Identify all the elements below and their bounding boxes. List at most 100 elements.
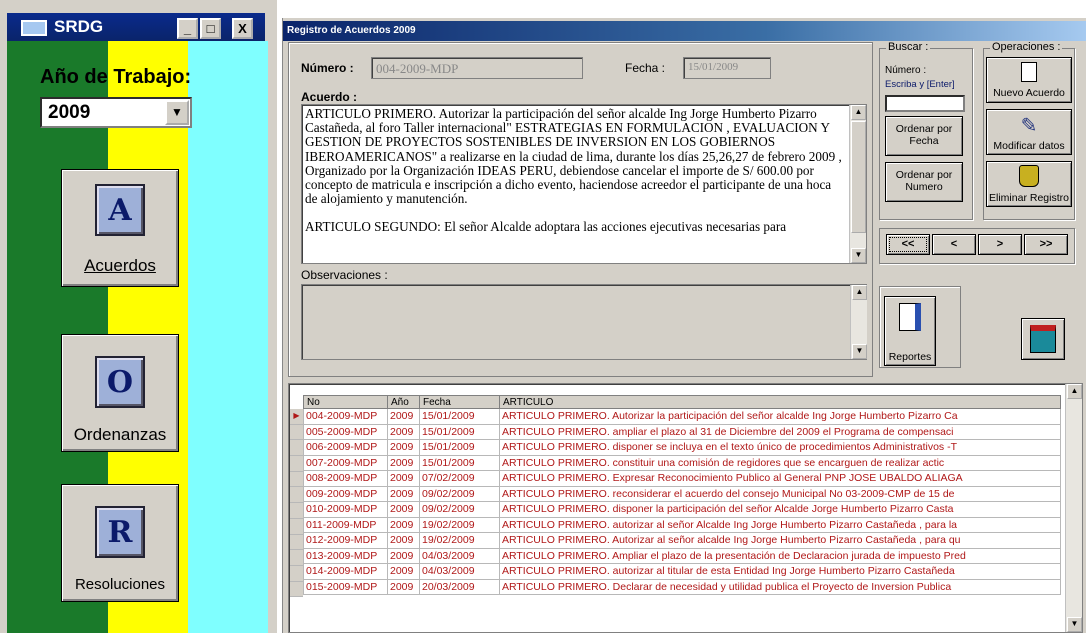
table-row[interactable]: 007-2009-MDP 2009 15/01/2009 ARTICULO PRIME… (303, 454, 1061, 471)
eliminar-button[interactable]: Eliminar Registro (986, 161, 1072, 207)
fecha-field[interactable]: 15/01/2009 (683, 57, 771, 79)
table-row[interactable]: 008-2009-MDP 2009 07/02/2009 ARTICULO PRIME… (303, 470, 1061, 487)
row-selector[interactable] (290, 550, 303, 566)
cell-fecha[interactable]: 15/01/2009 (419, 454, 500, 471)
cell-anio[interactable]: 2009 (387, 408, 420, 425)
scroll-up-icon[interactable]: ▲ (1067, 384, 1082, 399)
cell-fecha[interactable]: 15/01/2009 (419, 408, 500, 425)
row-selector[interactable] (290, 424, 303, 441)
row-selector[interactable] (290, 471, 303, 488)
cell-fecha[interactable]: 19/02/2009 (419, 532, 500, 549)
scroll-down-icon[interactable]: ▼ (1067, 617, 1082, 632)
table-row[interactable]: 012-2009-MDP 2009 19/02/2009 ARTICULO PRIME… (303, 532, 1061, 549)
cell-anio[interactable]: 2009 (387, 485, 420, 502)
observaciones-textarea[interactable] (301, 284, 867, 360)
modificar-button[interactable]: ✎ Modificar datos (986, 109, 1072, 155)
cell-no[interactable]: 014-2009-MDP (303, 563, 388, 580)
acuerdos-grid[interactable]: ▶ No Año Fecha ARTICULO 004-2009-MDP 2009… (288, 383, 1083, 633)
cell-articulo[interactable]: ARTICULO PRIMERO. Expresar Reconocimient… (499, 470, 1061, 487)
cell-fecha[interactable]: 15/01/2009 (419, 423, 500, 440)
nuevo-acuerdo-button[interactable]: Nuevo Acuerdo (986, 57, 1072, 103)
cell-articulo[interactable]: ARTICULO PRIMERO. constituir una comisió… (499, 454, 1061, 471)
year-select[interactable]: 2009 ▼ (40, 97, 192, 128)
scroll-down-icon[interactable]: ▼ (852, 344, 867, 359)
buscar-input[interactable] (885, 95, 965, 112)
cell-anio[interactable]: 2009 (387, 516, 420, 533)
cell-articulo[interactable]: ARTICULO PRIMERO. ampliar el plazo al 31… (499, 423, 1061, 440)
col-header-no[interactable]: No (303, 395, 388, 409)
cell-anio[interactable]: 2009 (387, 470, 420, 487)
row-selector[interactable] (290, 565, 303, 582)
table-row[interactable]: 006-2009-MDP 2009 15/01/2009 ARTICULO PRIME… (303, 439, 1061, 456)
scroll-thumb[interactable] (851, 121, 866, 233)
acuerdo-textarea[interactable]: ARTICULO PRIMERO. Autorizar la participa… (301, 104, 867, 264)
row-selector[interactable] (290, 518, 303, 535)
cell-no[interactable]: 007-2009-MDP (303, 454, 388, 471)
col-header-fecha[interactable]: Fecha (419, 395, 500, 409)
cell-no[interactable]: 005-2009-MDP (303, 423, 388, 440)
reportes-button[interactable]: Reportes (884, 296, 936, 366)
table-row[interactable]: 004-2009-MDP 2009 15/01/2009 ARTICULO PRIME… (303, 408, 1061, 425)
ordenar-numero-button[interactable]: Ordenar por Numero (885, 162, 963, 202)
scroll-down-icon[interactable]: ▼ (851, 248, 866, 263)
cell-no[interactable]: 008-2009-MDP (303, 470, 388, 487)
cell-anio[interactable]: 2009 (387, 454, 420, 471)
cell-no[interactable]: 012-2009-MDP (303, 532, 388, 549)
cell-anio[interactable]: 2009 (387, 439, 420, 456)
cell-fecha[interactable]: 09/02/2009 (419, 501, 500, 518)
cell-fecha[interactable]: 15/01/2009 (419, 439, 500, 456)
prev-record-button[interactable]: < (932, 234, 976, 255)
observaciones-scrollbar[interactable]: ▲ ▼ (850, 285, 867, 359)
cell-no[interactable]: 010-2009-MDP (303, 501, 388, 518)
cell-fecha[interactable]: 19/02/2009 (419, 516, 500, 533)
cell-no[interactable]: 011-2009-MDP (303, 516, 388, 533)
col-header-anio[interactable]: Año (387, 395, 420, 409)
table-row[interactable]: 005-2009-MDP 2009 15/01/2009 ARTICULO PRIME… (303, 423, 1061, 440)
cell-anio[interactable]: 2009 (387, 578, 420, 595)
col-header-articulo[interactable]: ARTICULO (499, 395, 1061, 409)
cell-articulo[interactable]: ARTICULO PRIMERO. Autorizar la participa… (499, 408, 1061, 425)
cell-fecha[interactable]: 04/03/2009 (419, 563, 500, 580)
row-selector[interactable] (290, 487, 303, 504)
cell-fecha[interactable]: 04/03/2009 (419, 547, 500, 564)
first-record-button[interactable]: << (886, 234, 930, 255)
table-row[interactable]: 009-2009-MDP 2009 09/02/2009 ARTICULO PRIME… (303, 485, 1061, 502)
ordenanzas-button[interactable]: O Ordenanzas (61, 334, 179, 452)
cell-anio[interactable]: 2009 (387, 501, 420, 518)
cell-articulo[interactable]: ARTICULO PRIMERO. autorizar al titular d… (499, 563, 1061, 580)
current-record-indicator[interactable]: ▶ (290, 409, 303, 425)
row-selector[interactable] (290, 534, 303, 551)
table-row[interactable]: 014-2009-MDP 2009 04/03/2009 ARTICULO PRIME… (303, 563, 1061, 580)
cell-fecha[interactable]: 07/02/2009 (419, 470, 500, 487)
cell-anio[interactable]: 2009 (387, 547, 420, 564)
cell-articulo[interactable]: ARTICULO PRIMERO. disponer la participac… (499, 501, 1061, 518)
cell-articulo[interactable]: ARTICULO PRIMERO. Ampliar el plazo de la… (499, 547, 1061, 564)
row-selector[interactable] (290, 503, 303, 519)
cell-articulo[interactable]: ARTICULO PRIMERO. Autorizar al señor alc… (499, 532, 1061, 549)
row-selector[interactable] (290, 456, 303, 472)
cell-no[interactable]: 015-2009-MDP (303, 578, 388, 595)
minimize-button[interactable]: _ (177, 18, 198, 39)
cell-articulo[interactable]: ARTICULO PRIMERO. disponer se incluya en… (499, 439, 1061, 456)
acuerdos-button[interactable]: A Acuerdos (61, 169, 179, 287)
exit-button[interactable] (1021, 318, 1065, 360)
table-row[interactable]: 011-2009-MDP 2009 19/02/2009 ARTICULO PRIME… (303, 516, 1061, 533)
acuerdo-scrollbar[interactable]: ▲ ▼ (849, 105, 866, 263)
next-record-button[interactable]: > (978, 234, 1022, 255)
cell-articulo[interactable]: ARTICULO PRIMERO. Declarar de necesidad … (499, 578, 1061, 595)
cell-fecha[interactable]: 09/02/2009 (419, 485, 500, 502)
cell-anio[interactable]: 2009 (387, 532, 420, 549)
resoluciones-button[interactable]: R Resoluciones (61, 484, 179, 602)
row-selector[interactable] (290, 440, 303, 457)
table-row[interactable]: 015-2009-MDP 2009 20/03/2009 ARTICULO PRIME… (303, 578, 1061, 595)
maximize-button[interactable]: □ (200, 18, 221, 39)
grid-scrollbar[interactable]: ▲ ▼ (1065, 384, 1082, 632)
cell-fecha[interactable]: 20/03/2009 (419, 578, 500, 595)
numero-field[interactable]: 004-2009-MDP (371, 57, 583, 79)
close-button[interactable]: X (232, 18, 253, 39)
table-row[interactable]: 013-2009-MDP 2009 04/03/2009 ARTICULO PRIME… (303, 547, 1061, 564)
scroll-up-icon[interactable]: ▲ (852, 285, 867, 300)
cell-no[interactable]: 013-2009-MDP (303, 547, 388, 564)
cell-articulo[interactable]: ARTICULO PRIMERO. reconsiderar el acuerd… (499, 485, 1061, 502)
cell-anio[interactable]: 2009 (387, 423, 420, 440)
